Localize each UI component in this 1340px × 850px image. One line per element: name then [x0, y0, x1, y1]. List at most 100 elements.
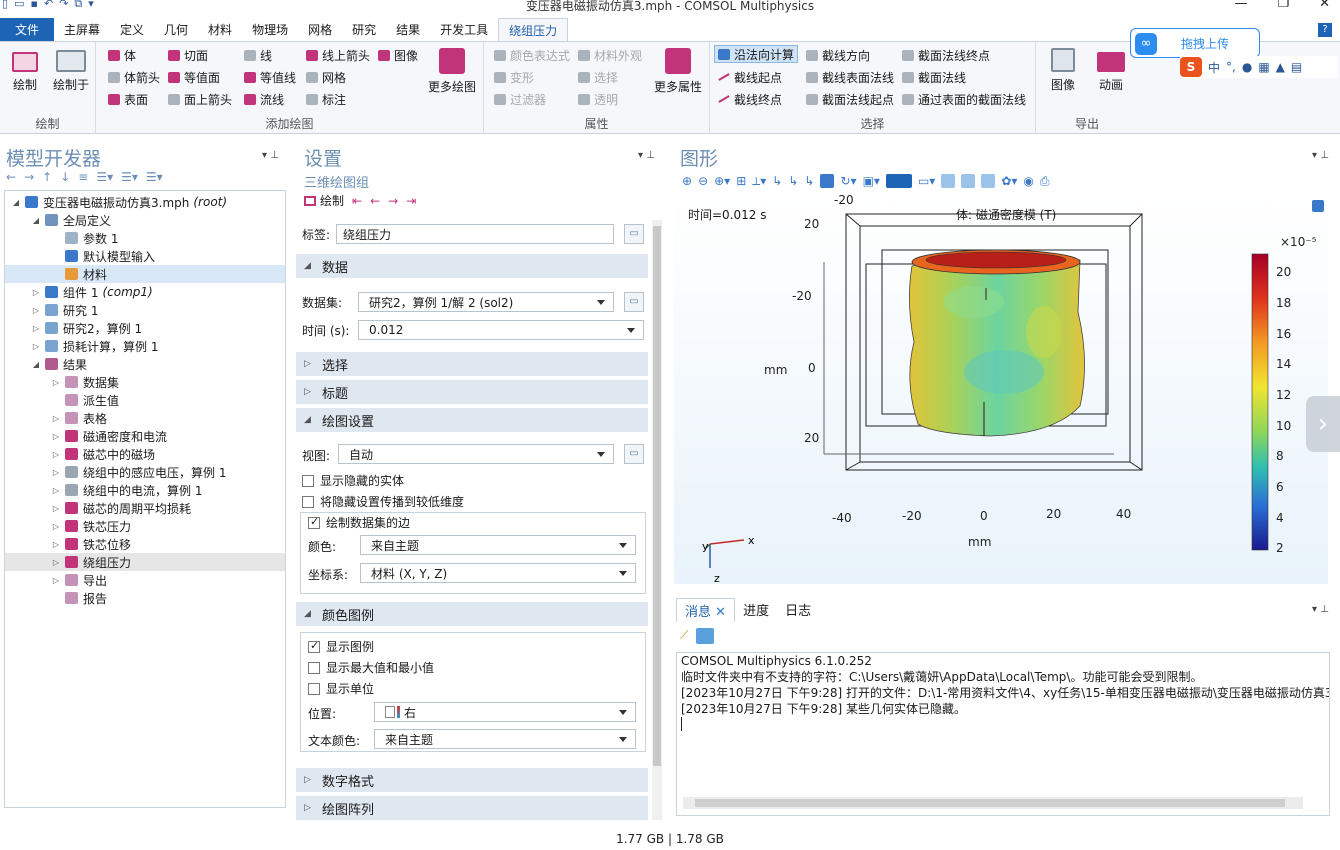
more-plots-button[interactable]: 更多绘图	[424, 48, 480, 95]
expand-arrow-icon[interactable]: ◢	[11, 198, 21, 207]
image-plot-button[interactable]: 图像	[378, 46, 418, 64]
tab-results[interactable]: 结果	[386, 18, 430, 41]
print-icon[interactable]: ⎙	[1040, 174, 1050, 189]
microphone-icon[interactable]: ●	[1242, 60, 1252, 74]
minimize-button[interactable]: —	[1234, 0, 1247, 11]
show-legend-checkbox[interactable]: 显示图例	[308, 638, 374, 655]
plot-dataset-edges-checkbox[interactable]: 绘制数据集的边	[308, 514, 415, 531]
tab-developer[interactable]: 开发工具	[430, 18, 498, 41]
first-icon[interactable]: ⇤	[352, 194, 362, 208]
expand-arrow-icon[interactable]: ▷	[31, 306, 41, 315]
back-arrow-icon[interactable]: ←	[6, 170, 16, 184]
panel-menu-icon[interactable]: ▾ ⊥	[262, 150, 279, 161]
settings-gear-icon[interactable]: ✿▾	[1001, 174, 1017, 188]
draw-settings-button[interactable]: 绘制	[304, 192, 344, 209]
close-button[interactable]: ✕	[1319, 0, 1330, 11]
view-toggle-icon[interactable]	[820, 174, 835, 188]
mesh-button[interactable]: 网格	[306, 68, 346, 86]
section-title[interactable]: ▷ 标题	[296, 380, 648, 404]
move-up-icon[interactable]: ↑	[42, 170, 52, 184]
label-field[interactable]: 绕组压力	[336, 224, 614, 244]
menu-icon[interactable]: ▤	[1291, 60, 1302, 74]
expand-arrow-icon[interactable]: ▷	[31, 342, 41, 351]
expand-arrow-icon[interactable]: ◢	[31, 360, 41, 369]
section-data[interactable]: ◢ 数据	[296, 254, 648, 278]
yz-view-icon[interactable]: ↳	[788, 174, 798, 188]
scrollbar-thumb[interactable]	[695, 799, 1285, 807]
volume-button[interactable]: 体	[108, 46, 136, 64]
material-appearance-button[interactable]: 材料外观	[578, 46, 642, 64]
tree-item[interactable]: ▷ 导出	[5, 571, 285, 589]
draw-into-button[interactable]: 绘制于	[48, 48, 94, 93]
isosurface-button[interactable]: 等值面	[168, 68, 220, 86]
selection-attr-button[interactable]: 选择	[578, 68, 618, 86]
expand-arrow-icon[interactable]: ▷	[51, 576, 61, 585]
section-normal-end-button[interactable]: 截面法线终点	[902, 46, 990, 64]
clear-messages-icon[interactable]: ⟋	[680, 628, 688, 644]
keyboard-icon[interactable]: ▦	[1258, 60, 1269, 74]
tree-item[interactable]: ▷ 研究2，算例 1	[5, 319, 285, 337]
expand-arrow-icon[interactable]: ▷	[51, 522, 61, 531]
messages-panel-menu-icon[interactable]: ▾ ⊥	[1312, 604, 1329, 615]
sort-icon[interactable]: ☰▾	[121, 170, 138, 184]
label-edit-icon[interactable]: ▭	[624, 224, 644, 244]
skin-icon[interactable]: ▲	[1276, 60, 1285, 74]
tab-progress[interactable]: 进度	[735, 598, 777, 622]
tree-item[interactable]: ▷ 数据集	[5, 373, 285, 391]
line-end-button[interactable]: 截线终点	[718, 90, 782, 108]
rotate-icon[interactable]: ↻▾	[840, 174, 856, 188]
legend-position-select[interactable]: 右	[374, 702, 636, 722]
section-plot-array[interactable]: ▷ 绘图阵列	[296, 796, 648, 820]
punctuation-icon[interactable]: °,	[1226, 60, 1236, 74]
time-select[interactable]: 0.012	[358, 320, 644, 340]
tree-item[interactable]: 参数 1	[5, 229, 285, 247]
draw-button[interactable]: 绘制	[2, 48, 48, 93]
move-down-icon[interactable]: ↓	[60, 170, 70, 184]
messages-text-area[interactable]: COMSOL Multiphysics 6.1.0.252 临时文件夹中有不支持…	[676, 652, 1330, 816]
tree-item[interactable]: ◢ 全局定义	[5, 211, 285, 229]
more-attributes-button[interactable]: 更多属性	[650, 48, 706, 95]
line-start-button[interactable]: 截线起点	[718, 68, 782, 86]
tree-item[interactable]: ▷ 绕组中的电流，算例 1	[5, 481, 285, 499]
forward-arrow-icon[interactable]: →	[24, 170, 34, 184]
tab-definitions[interactable]: 定义	[110, 18, 154, 41]
copy-messages-icon[interactable]	[696, 628, 715, 644]
section-selection[interactable]: ▷ 选择	[296, 352, 648, 376]
expand-arrow-icon[interactable]: ▷	[51, 450, 61, 459]
line-surface-normal-button[interactable]: 截线表面法线	[806, 68, 894, 86]
surface-button[interactable]: 表面	[108, 90, 148, 108]
zoom-out-icon[interactable]: ⊖	[698, 174, 708, 188]
zoom-box-icon[interactable]: ⊕▾	[714, 174, 730, 188]
section-color-legend[interactable]: ◢ 颜色图例	[296, 602, 648, 626]
scene-light-icon[interactable]: ▣▾	[863, 174, 880, 188]
maximize-button[interactable]: ❐	[1277, 0, 1289, 11]
previous-icon[interactable]: ←	[370, 194, 380, 208]
tree-item[interactable]: ▷ 表格	[5, 409, 285, 427]
surface-arrow-button[interactable]: 面上箭头	[168, 90, 232, 108]
expand-arrow-icon[interactable]: ▷	[51, 378, 61, 387]
expand-arrow-icon[interactable]: ◢	[31, 216, 41, 225]
view-select[interactable]: 自动	[338, 444, 614, 464]
tab-study[interactable]: 研究	[342, 18, 386, 41]
expand-arrow-icon[interactable]: ▷	[51, 414, 61, 423]
scrollbar-thumb[interactable]	[653, 226, 661, 766]
expand-icon[interactable]: ☰▾	[96, 170, 113, 184]
slice-button[interactable]: 切面	[168, 46, 208, 64]
edge-color-select[interactable]: 来自主题	[360, 535, 636, 555]
section-normal-start-button[interactable]: 截面法线起点	[806, 90, 894, 108]
color-expression-button[interactable]: 颜色表达式	[494, 46, 570, 64]
tab-mesh[interactable]: 网格	[298, 18, 342, 41]
tab-winding-pressure[interactable]: 绕组压力	[498, 18, 569, 41]
deformation-button[interactable]: 变形	[494, 68, 534, 86]
help-icon[interactable]: ?	[1318, 22, 1332, 37]
baidu-upload-widget[interactable]: ∞ 拖拽上传	[1130, 28, 1260, 58]
section-normal-through-surface-button[interactable]: 通过表面的截面法线	[902, 90, 1026, 108]
axis-views-icon[interactable]: ⟂▾	[752, 174, 766, 189]
zx-view-icon[interactable]: ↳	[804, 174, 814, 188]
show-maxmin-checkbox[interactable]: 显示最大值和最小值	[308, 659, 434, 676]
ime-language[interactable]: 中	[1208, 59, 1220, 76]
line-button[interactable]: 线	[244, 46, 272, 64]
wireframe-icon[interactable]	[941, 174, 956, 188]
dataset-goto-icon[interactable]: ▭	[624, 292, 644, 312]
line-direction-button[interactable]: 截线方向	[806, 46, 870, 64]
